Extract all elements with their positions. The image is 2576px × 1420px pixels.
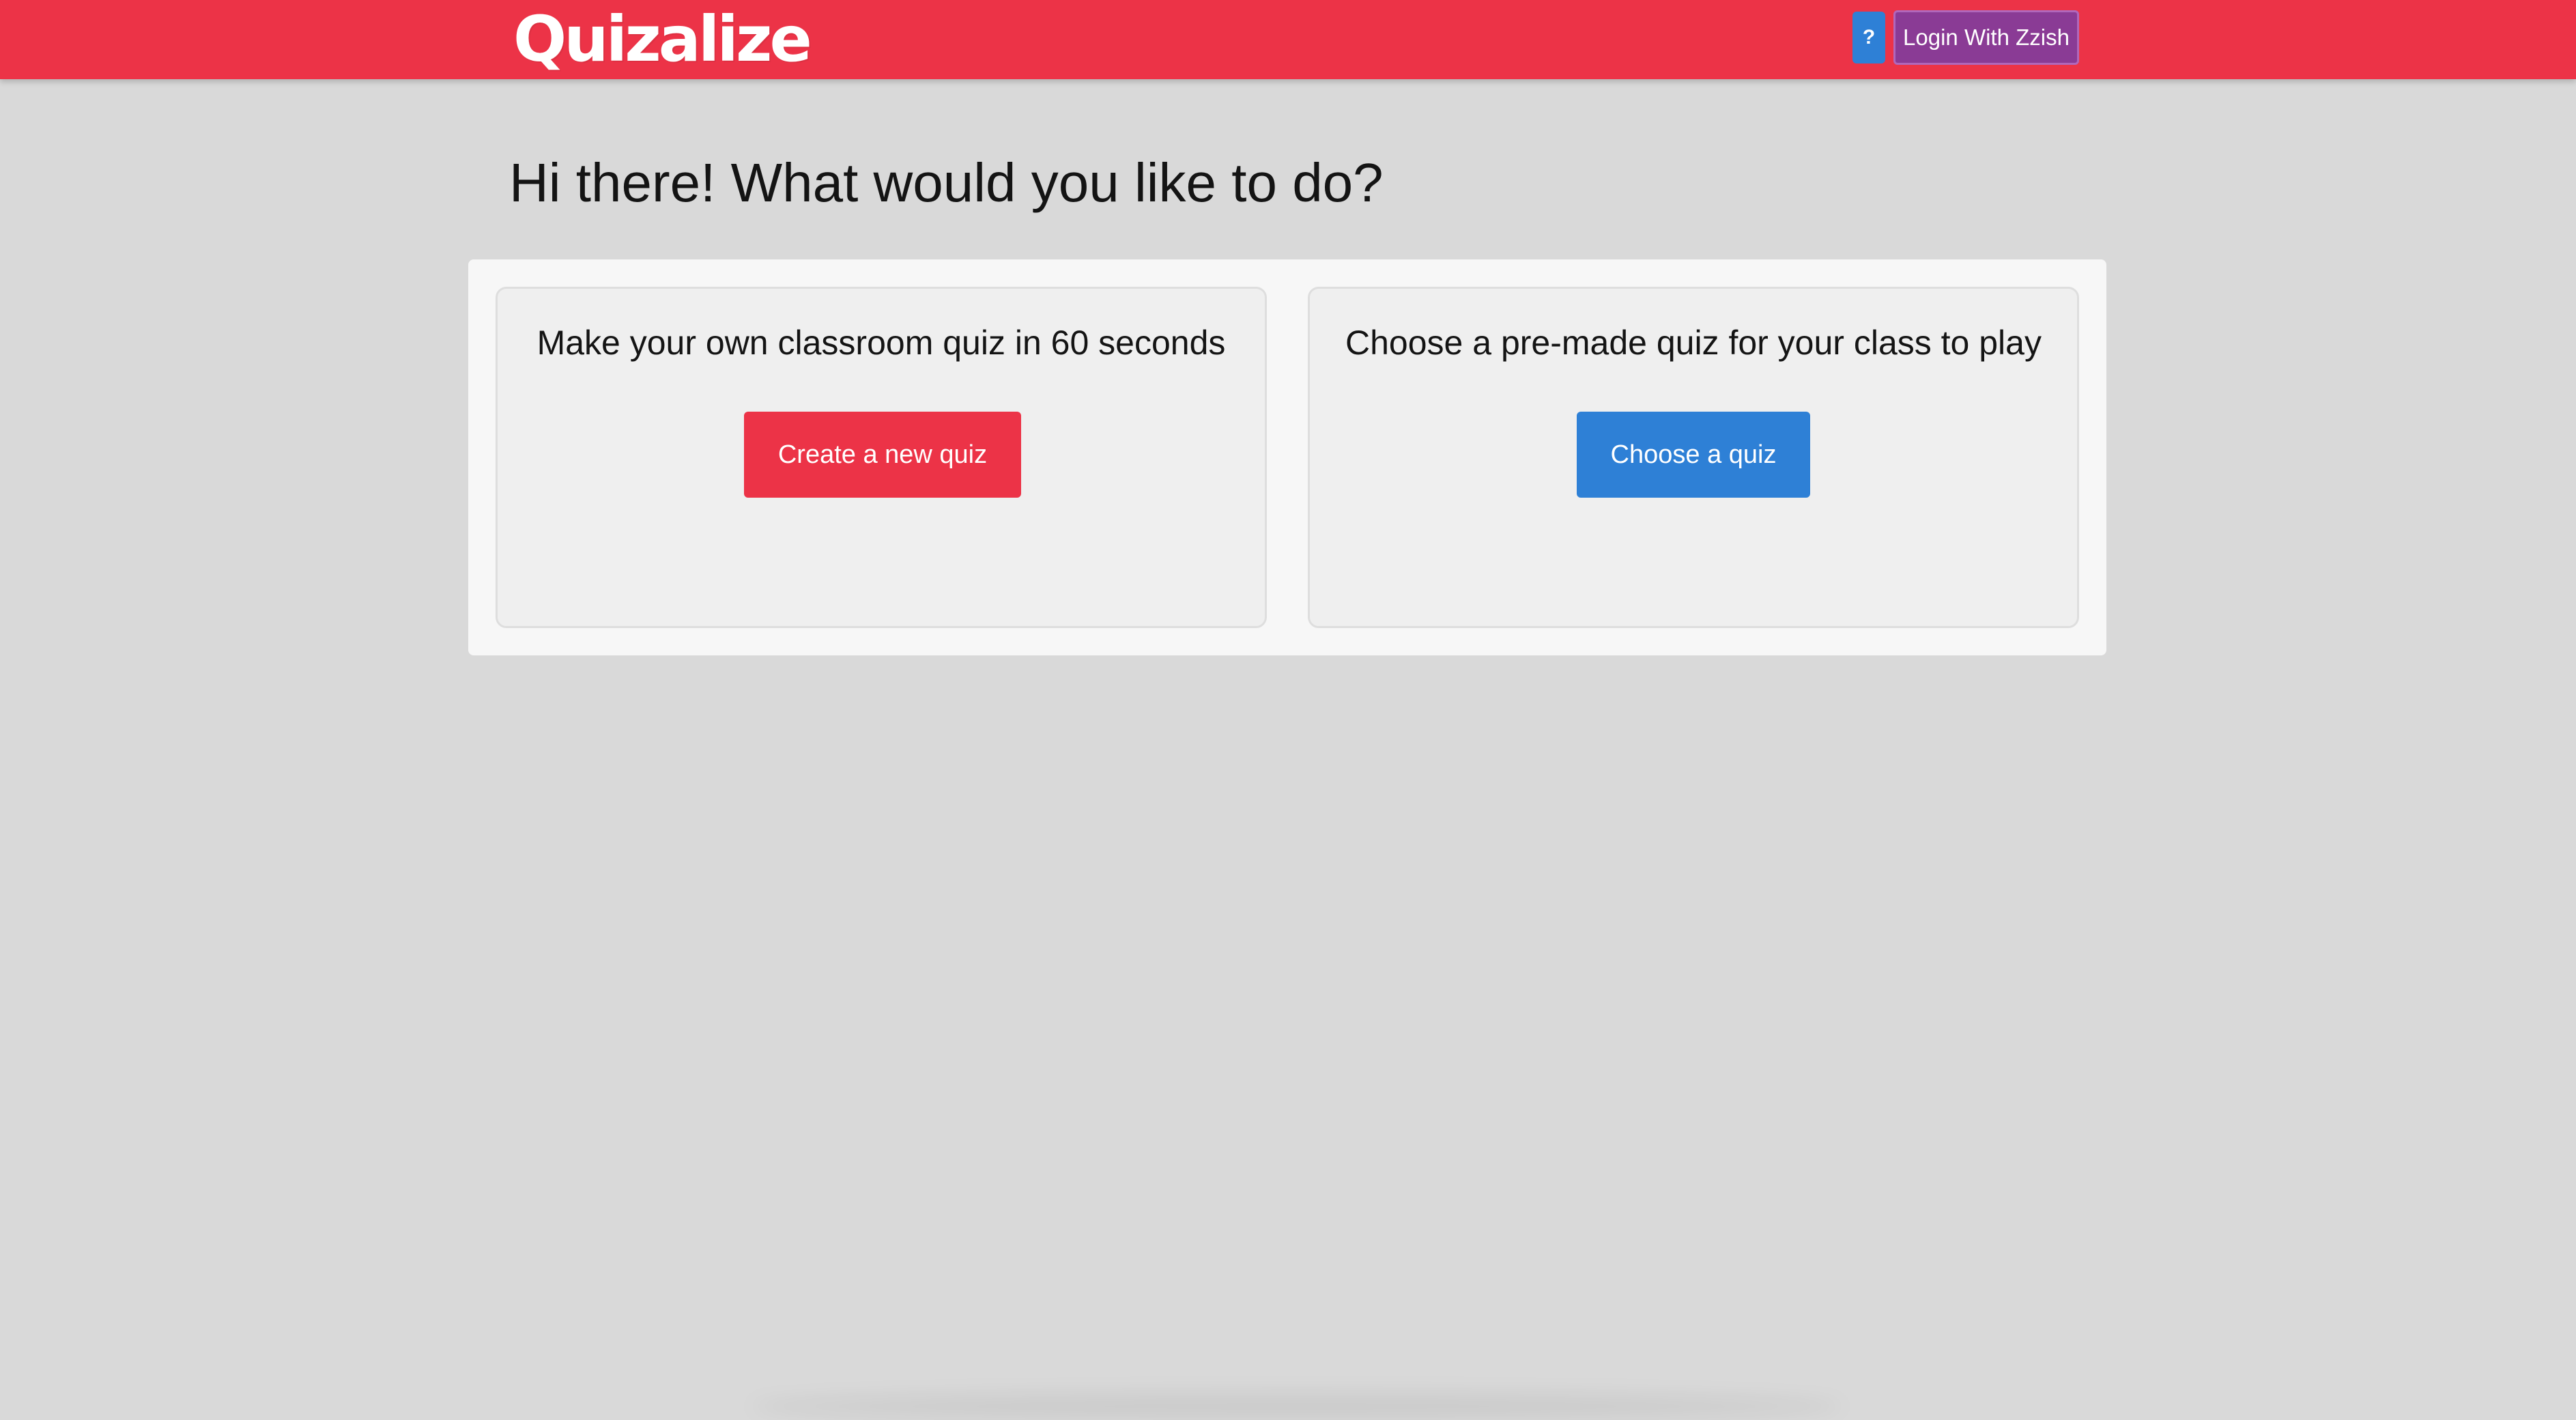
choose-a-quiz-button[interactable]: Choose a quiz — [1577, 412, 1810, 498]
create-quiz-card: Make your own classroom quiz in 60 secon… — [496, 287, 1267, 628]
page-title: Hi there! What would you like to do? — [509, 152, 1384, 213]
bottom-shadow-decoration — [751, 1393, 1843, 1420]
create-new-quiz-button[interactable]: Create a new quiz — [744, 412, 1021, 498]
choose-quiz-card: Choose a pre-made quiz for your class to… — [1308, 287, 2079, 628]
help-button[interactable]: ? — [1852, 12, 1885, 63]
choose-quiz-description: Choose a pre-made quiz for your class to… — [1345, 324, 2042, 362]
login-with-zzish-button[interactable]: Login With Zzish — [1893, 10, 2079, 65]
options-panel: Make your own classroom quiz in 60 secon… — [468, 259, 2106, 655]
quizalize-logo[interactable]: Quizalize — [513, 1, 812, 76]
create-quiz-description: Make your own classroom quiz in 60 secon… — [536, 324, 1226, 362]
top-navbar: Quizalize ? Login With Zzish — [0, 0, 2576, 79]
